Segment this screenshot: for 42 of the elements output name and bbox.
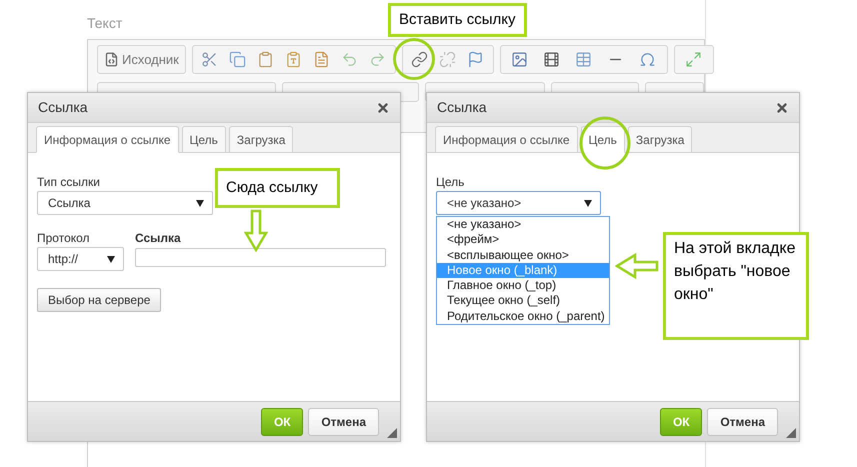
dropdown-option[interactable]: <всплывающее окно> xyxy=(437,248,609,263)
field-label: Цель xyxy=(436,174,464,191)
dialog-tab[interactable]: Загрузка xyxy=(228,126,294,153)
editor-label: Текст xyxy=(87,14,122,33)
close-icon[interactable] xyxy=(376,100,390,114)
dialog-tab[interactable]: Информация о ссылке xyxy=(435,126,578,153)
link-type-select[interactable]: Ссылка xyxy=(37,191,213,215)
field-label: Тип ссылки xyxy=(37,174,100,191)
dropdown-caret-icon xyxy=(107,256,115,262)
down-arrow xyxy=(244,209,268,252)
dropdown-caret-icon xyxy=(196,200,204,206)
dropdown-option[interactable]: <фрейм> xyxy=(437,232,609,248)
close-icon[interactable] xyxy=(775,100,789,114)
dropdown-caret-icon xyxy=(584,200,592,206)
dropdown-option[interactable]: Родительское окно (_parent) xyxy=(437,308,609,324)
field-label: Протокол xyxy=(37,230,91,247)
dropdown-option[interactable]: Текущее окно (_self) xyxy=(437,293,609,309)
resize-handle-icon xyxy=(786,428,796,438)
callout: На этой вкладке выбрать "новое окно" xyxy=(663,232,809,340)
dialog-tab[interactable]: Цель xyxy=(182,126,226,153)
url-input[interactable] xyxy=(135,248,386,267)
dialog-tab[interactable]: Информация о ссылке xyxy=(36,126,178,153)
highlight-circle xyxy=(578,116,632,170)
dialog-tab[interactable]: Цель xyxy=(580,126,625,153)
callout: Сюда ссылку xyxy=(215,168,340,208)
protocol-select[interactable]: http:// xyxy=(37,247,124,271)
callout: Вставить ссылку xyxy=(388,3,527,37)
dropdown-option[interactable]: <не указано> xyxy=(437,217,609,232)
dialog-tab[interactable]: Загрузка xyxy=(628,126,692,153)
source-icon xyxy=(104,52,119,67)
browse-server-button[interactable]: Выбор на сервере xyxy=(37,288,162,312)
dropdown-option[interactable]: Главное окно (_top) xyxy=(437,278,609,294)
target-select[interactable]: <не указано> xyxy=(436,191,601,215)
dialog-title: Ссылка xyxy=(38,98,88,117)
dialog-title: Ссылка xyxy=(437,98,487,117)
left-arrow xyxy=(615,253,659,279)
source-button[interactable]: Исходник xyxy=(97,45,186,74)
field-label: Ссылка xyxy=(135,230,182,247)
cancel-button[interactable]: Отмена xyxy=(308,408,379,436)
resize-handle-icon xyxy=(387,428,397,438)
highlight-circle xyxy=(392,37,436,81)
cancel-button[interactable]: Отмена xyxy=(707,408,778,436)
